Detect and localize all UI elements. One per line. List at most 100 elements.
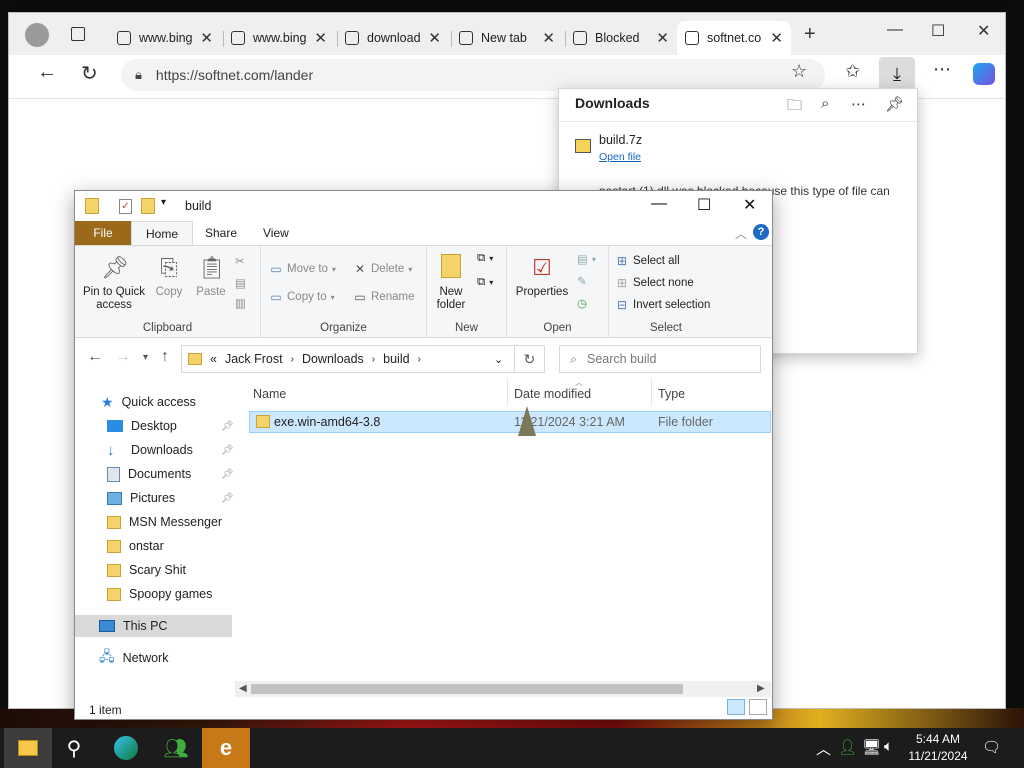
search-icon[interactable]: ⌕ (821, 95, 829, 112)
downloads-button[interactable]: ⤓ (879, 57, 915, 91)
open-folder-icon[interactable]: 🗀︎ (787, 95, 802, 120)
tab-blocked[interactable]: Blocked ✕ (565, 21, 677, 55)
column-header-date[interactable]: Date modified (514, 387, 591, 401)
search-input[interactable]: ⌕ Search build (559, 345, 761, 373)
nav-spoopy-games[interactable]: Spoopy games (107, 583, 212, 605)
tab-bing-2[interactable]: www.bing ✕ (223, 21, 335, 55)
open-icon[interactable]: ▤ ▾ (577, 252, 596, 266)
refresh-button[interactable]: ↻ (515, 345, 545, 373)
more-menu-icon[interactable]: ⋯ (933, 59, 951, 80)
paste-button[interactable]: 📋︎ Paste (193, 254, 229, 299)
forward-icon[interactable]: → (115, 348, 131, 366)
nav-onstar[interactable]: onstar (107, 535, 164, 557)
copy-to-button[interactable]: ▭ Copy to ▾ (269, 290, 334, 304)
new-folder-icon[interactable] (141, 198, 155, 214)
volume-icon[interactable]: 🔈︎ (884, 738, 893, 755)
easy-access-icon[interactable]: ⧉ ▾ (477, 276, 493, 289)
tab-softnet[interactable]: softnet.co ✕ (677, 21, 791, 55)
profile-icon[interactable] (25, 23, 49, 47)
url-field[interactable]: 🔒︎ https://softnet.com/lander (121, 59, 825, 91)
clock[interactable]: 5:44 AM 11/21/2024 (906, 731, 970, 765)
show-hidden-icons-icon[interactable]: ︿ (816, 738, 831, 759)
pin-icon[interactable]: 📌︎ (221, 445, 234, 456)
file-explorer-taskbar-icon[interactable] (4, 728, 52, 768)
copy-button[interactable]: ⎘ Copy (151, 254, 187, 299)
tab-download[interactable]: download ✕ (337, 21, 449, 55)
back-icon[interactable]: ← (87, 348, 103, 366)
close-icon[interactable]: ✕ (200, 29, 213, 47)
invert-selection-button[interactable]: ⊟ Invert selection (615, 298, 710, 312)
chevron-down-icon[interactable]: ⌄ (494, 353, 503, 366)
close-icon[interactable]: ✕ (743, 195, 756, 215)
close-icon[interactable]: ✕ (770, 29, 783, 47)
pin-icon[interactable]: 📌︎ (221, 469, 234, 480)
tab-bing-1[interactable]: www.bing ✕ (109, 21, 221, 55)
edge-taskbar-icon[interactable] (102, 728, 150, 768)
close-icon[interactable]: ✕ (428, 29, 441, 47)
scroll-right-icon[interactable]: ▶ (757, 683, 765, 694)
details-view-icon[interactable] (727, 699, 745, 715)
nav-downloads[interactable]: ↓ Downloads 📌︎ (107, 439, 234, 461)
notifications-icon[interactable]: 🗨︎ (982, 738, 1001, 756)
copilot-icon[interactable] (973, 63, 995, 85)
copy-path-icon[interactable]: ▤ (235, 276, 246, 290)
chevron-right-icon[interactable]: › (418, 354, 421, 365)
minimize-icon[interactable]: — (651, 195, 667, 213)
open-file-link[interactable]: Open file (599, 151, 641, 163)
minimize-icon[interactable]: — (887, 21, 903, 39)
breadcrumb-overflow[interactable]: « (210, 352, 217, 366)
column-header-type[interactable]: Type (658, 387, 685, 401)
select-all-button[interactable]: ⊞ Select all (615, 254, 680, 268)
pin-icon[interactable]: 📌︎ (885, 95, 904, 113)
download-file-name[interactable]: build.7z (599, 133, 642, 147)
select-none-button[interactable]: ⊞ Select none (615, 276, 694, 290)
nav-pictures[interactable]: Pictures 📌︎ (107, 487, 234, 509)
maximize-icon[interactable]: ☐ (697, 195, 711, 215)
cut-icon[interactable]: ✂ (235, 254, 245, 268)
new-item-icon[interactable]: ⧉ ▾ (477, 252, 493, 265)
search-icon[interactable]: ⚲ (50, 728, 98, 768)
file-row[interactable]: exe.win-amd64-3.8 11/21/2024 3:21 AM Fil… (249, 411, 771, 433)
refresh-icon[interactable]: ↻ (81, 61, 98, 86)
help-icon[interactable]: ? (753, 224, 769, 240)
up-icon[interactable]: ↑ (161, 348, 169, 366)
horizontal-scrollbar[interactable]: ◀ ▶ (235, 681, 771, 697)
chevron-right-icon[interactable]: › (372, 354, 375, 365)
messenger-taskbar-icon[interactable]: 👥︎ (152, 728, 200, 768)
internet-explorer-taskbar-icon[interactable]: e (202, 728, 250, 768)
rename-button[interactable]: ▭ Rename (353, 290, 414, 304)
pin-icon[interactable]: 📌︎ (221, 493, 234, 504)
tab-new-tab[interactable]: New tab ✕ (451, 21, 563, 55)
maximize-icon[interactable]: ☐ (931, 21, 945, 41)
quick-access-dropdown-icon[interactable]: ▾ (161, 197, 166, 208)
scroll-left-icon[interactable]: ◀ (239, 683, 247, 694)
breadcrumb-item[interactable]: Downloads (302, 352, 364, 366)
nav-msn-messenger[interactable]: MSN Messenger (107, 511, 222, 533)
tab-file[interactable]: File (75, 221, 131, 245)
close-icon[interactable]: ✕ (314, 29, 327, 47)
edit-icon[interactable]: ✎ (577, 274, 587, 288)
large-icons-view-icon[interactable] (749, 699, 767, 715)
breadcrumb-item[interactable]: Jack Frost (225, 352, 283, 366)
new-tab-icon[interactable]: + (804, 23, 816, 46)
delete-button[interactable]: ✕ Delete ▾ (353, 262, 412, 276)
more-options-icon[interactable]: ⋯ (851, 95, 866, 113)
history-icon[interactable]: ◷ (577, 296, 587, 310)
properties-check-icon[interactable]: ✓ (119, 199, 132, 214)
nav-quick-access[interactable]: ★ Quick access (101, 391, 196, 413)
nav-scary-shit[interactable]: Scary Shit (107, 559, 186, 581)
collapse-ribbon-icon[interactable]: ︿ (735, 225, 747, 242)
pin-icon[interactable]: 📌︎ (221, 421, 234, 432)
breadcrumb[interactable]: « Jack Frost › Downloads › build › ⌄ (181, 345, 515, 373)
close-icon[interactable]: ✕ (542, 29, 555, 47)
tab-view[interactable]: View (249, 221, 303, 245)
scrollbar-thumb[interactable] (251, 684, 683, 694)
breadcrumb-item[interactable]: build (383, 352, 409, 366)
paste-shortcut-icon[interactable]: ▥ (235, 296, 246, 310)
properties-button[interactable]: ☑ Properties (511, 254, 573, 299)
nav-network[interactable]: 🖧︎ Network (99, 647, 168, 669)
pin-to-quick-access-button[interactable]: 📌︎ Pin to Quick access (81, 254, 147, 312)
network-icon[interactable]: 🖥︎ (862, 738, 881, 756)
nav-this-pc[interactable]: This PC (75, 615, 232, 637)
user-status-icon[interactable]: 👤︎ (838, 738, 857, 756)
